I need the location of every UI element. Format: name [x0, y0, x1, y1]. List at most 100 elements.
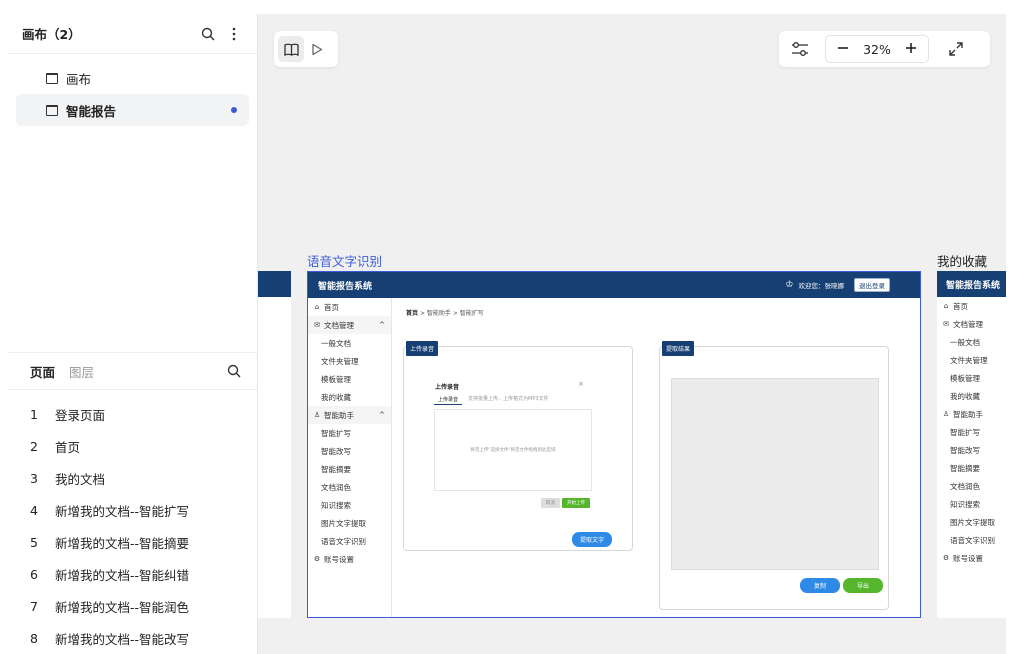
upload-dialog-title: 上传录音 [435, 384, 460, 391]
mock-sidebar-item: 智能扩写 [937, 423, 1006, 441]
mock-sidebar-item: ⌂ 首页 [308, 298, 391, 316]
canvas-item-smart-report[interactable]: 智能报告 [16, 94, 249, 126]
upload-dialog: 上传录音 × 上传录音 支持批量上传，上传格式为MP3文件 将音上传"选择文件"… [428, 377, 600, 513]
fullscreen-icon[interactable] [943, 36, 969, 62]
mock-sidebar-item: 文档润色 [308, 478, 391, 496]
page-item[interactable]: 1 登录页面 [8, 398, 257, 430]
welcome-text: 欢迎您：张晓娜 [798, 282, 845, 290]
frame-label-main[interactable]: 语音文字识别 [307, 251, 382, 270]
search-icon[interactable] [199, 25, 217, 43]
cancel-button: 取消 [541, 498, 560, 508]
user-icon: ♙ [942, 410, 950, 418]
left-frame-mock[interactable] [258, 271, 291, 618]
mock-sidebar-label: 文件夹管理 [321, 356, 359, 366]
page-label: 我的文档 [55, 471, 106, 487]
play-icon[interactable] [304, 36, 330, 62]
page-label: 新增我的文档--智能改写 [55, 631, 190, 647]
mock-sidebar-label: 文件夹管理 [950, 355, 988, 365]
mail-icon: ✉ [943, 320, 949, 328]
mock-sidebar-item: ♙ 智能助手 [937, 405, 1006, 423]
settings-sliders-icon[interactable] [787, 36, 813, 62]
mock-sidebar-label: 账号设置 [953, 553, 983, 563]
page-label: 新增我的文档--智能摘要 [55, 535, 190, 551]
start-upload-button: 开始上传 [562, 498, 590, 508]
page-item[interactable]: 3 我的文档 [8, 462, 257, 494]
home-icon: ⌂ [943, 302, 949, 310]
mock-sidebar-item: 智能扩写 [308, 424, 391, 442]
mock-app-title: 智能报告系统 [318, 281, 373, 292]
mock-sidebar-label: 模板管理 [321, 374, 351, 384]
mock-sidebar-label: 我的收藏 [950, 391, 980, 401]
result-text-area [671, 378, 879, 570]
mock-sidebar-label: 知识搜索 [950, 499, 980, 509]
page-label: 首页 [55, 439, 81, 455]
right-frame-mock[interactable]: 智能报告系统 ⌂ 首页 ✉ 文档管理 一般文档 文件夹管理 模板管理 我的收藏 ♙ 智能助手 智能扩… [937, 271, 1006, 618]
zoom-in-button[interactable] [900, 38, 922, 60]
crown-icon: ♔ [785, 280, 794, 290]
mock-sidebar-label: 账号设置 [324, 554, 354, 564]
tab-layers[interactable]: 图层 [69, 362, 94, 381]
mock-header: 智能报告系统 ♔ 欢迎您：张晓娜 退出登录 [308, 272, 920, 298]
mock-sidebar-label: 一般文档 [321, 338, 351, 348]
mock-sidebar-label: 文档管理 [953, 319, 983, 329]
mock-sidebar-label: 知识搜索 [321, 500, 351, 510]
page-item[interactable]: 7 新增我的文档--智能润色 [8, 590, 257, 622]
mock-header [258, 271, 291, 297]
mock-sidebar-item: 文件夹管理 [937, 351, 1006, 369]
result-card-tag: 提取结果 [662, 341, 695, 356]
upload-card: 上传录音 上传录音 × 上传录音 支持批量上传，上传格式为MP3文件 将音上传"… [403, 341, 633, 551]
active-dot [231, 107, 237, 113]
canvas-item-label: 智能报告 [66, 103, 117, 119]
mock-sidebar-item: 知识搜索 [308, 496, 391, 514]
mock-sidebar-item: 智能摘要 [937, 459, 1006, 477]
mock-sidebar-label: 智能改写 [321, 446, 351, 456]
more-vertical-icon[interactable] [225, 25, 243, 43]
mock-sidebar-label: 智能扩写 [321, 428, 351, 438]
mock-sidebar-item: 模板管理 [308, 370, 391, 388]
page-item[interactable]: 8 新增我的文档--智能改写 [8, 622, 257, 654]
pages-panel-header: 页面 图层 [8, 352, 257, 390]
mock-sidebar-item: 语音文字识别 [937, 531, 1006, 549]
mock-sidebar-item: ⚙ 账号设置 [937, 549, 1006, 567]
mock-sidebar-item: ⚙ 账号设置 [308, 550, 391, 568]
page-item[interactable]: 6 新增我的文档--智能纠错 [8, 558, 257, 590]
mock-header: 智能报告系统 [937, 271, 1006, 297]
book-icon[interactable] [278, 36, 304, 62]
mock-sidebar-label: 语音文字识别 [321, 536, 366, 546]
page-item[interactable]: 5 新增我的文档--智能摘要 [8, 526, 257, 558]
mock-sidebar-label: 文档润色 [950, 481, 980, 491]
mock-sidebar-item: ♙ 智能助手 ^ [308, 406, 391, 424]
page-label: 新增我的文档--智能纠错 [55, 567, 190, 583]
canvas-area[interactable]: 32% 语音文字识别 我的收藏 智能报告系统 ♔ 欢迎您：张晓娜 退出登录 ⌂ 首… [258, 14, 1006, 654]
close-icon: × [578, 380, 584, 388]
home-icon: ⌂ [314, 303, 320, 311]
search-icon[interactable] [225, 362, 243, 380]
mock-sidebar: ⌂ 首页 ✉ 文档管理 一般文档 文件夹管理 模板管理 我的收藏 ♙ 智能助手 智能扩写 智能改写 智能… [937, 297, 1006, 618]
zoom-out-button[interactable] [832, 38, 854, 60]
zoom-control: 32% [825, 35, 929, 63]
page-number: 8 [30, 630, 38, 646]
mock-app-title: 智能报告系统 [946, 280, 1001, 291]
zoom-value[interactable]: 32% [854, 42, 900, 57]
copy-button: 复制 [800, 578, 840, 593]
page-number: 6 [30, 566, 38, 582]
user-icon: ♙ [313, 411, 321, 419]
canvas-item-canvas[interactable]: 画布 [16, 62, 249, 94]
main-frame-mock[interactable]: 智能报告系统 ♔ 欢迎您：张晓娜 退出登录 ⌂ 首页 ✉ 文档管理 ^ 一般文档 文件夹管理… [307, 271, 921, 618]
mock-sidebar-item: 智能摘要 [308, 460, 391, 478]
mock-sidebar-item: 一般文档 [937, 333, 1006, 351]
page-item[interactable]: 4 新增我的文档--智能扩写 [8, 494, 257, 526]
frame-label-right[interactable]: 我的收藏 [937, 251, 987, 270]
mock-sidebar-item: 文档润色 [937, 477, 1006, 495]
upload-hint: 支持批量上传，上传格式为MP3文件 [468, 396, 549, 402]
mock-sidebar-label: 文档润色 [321, 482, 351, 492]
mock-sidebar-label: 智能改写 [950, 445, 980, 455]
mock-sidebar-item: 知识搜索 [937, 495, 1006, 513]
tab-pages[interactable]: 页面 [30, 362, 55, 381]
mock-sidebar-item: 图片文字提取 [937, 513, 1006, 531]
extract-text-button: 提取文字 [572, 532, 612, 547]
mock-sidebar: ⌂ 首页 ✉ 文档管理 ^ 一般文档 文件夹管理 模板管理 我的收藏 ♙ 智能助手 ^ 智能扩写 智能改写… [308, 298, 392, 617]
frame-icon [46, 104, 58, 116]
page-item[interactable]: 2 首页 [8, 430, 257, 462]
gear-icon: ⚙ [313, 555, 321, 563]
